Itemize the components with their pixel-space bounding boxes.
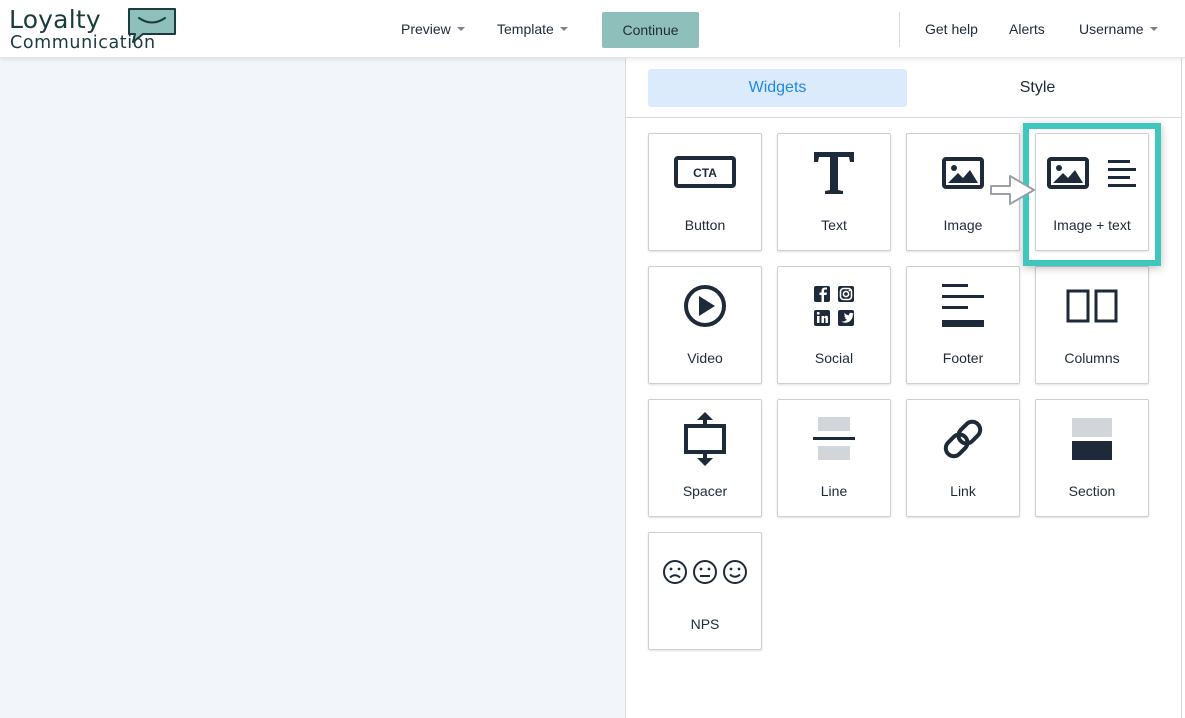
image-icon bbox=[942, 157, 984, 189]
chevron-down-icon bbox=[456, 27, 465, 31]
username-menu[interactable]: Username bbox=[1079, 0, 1158, 58]
widget-label: NPS bbox=[690, 616, 720, 632]
widget-line[interactable]: Line bbox=[777, 399, 891, 517]
widget-label: Line bbox=[820, 483, 848, 499]
widget-button[interactable]: CTA Button bbox=[648, 133, 762, 251]
instagram-icon bbox=[838, 286, 854, 302]
tab-style[interactable]: Style bbox=[908, 69, 1167, 107]
text-icon bbox=[814, 152, 854, 194]
username-label: Username bbox=[1079, 21, 1144, 37]
spacer-icon bbox=[684, 412, 726, 466]
preview-menu[interactable]: Preview bbox=[401, 0, 465, 58]
widget-label: Image bbox=[943, 217, 983, 233]
speech-bubble-icon bbox=[128, 8, 176, 43]
widget-spacer[interactable]: Spacer bbox=[648, 399, 762, 517]
widget-video[interactable]: Video bbox=[648, 266, 762, 384]
widget-image-text[interactable]: Image + text bbox=[1035, 133, 1149, 251]
widget-label: Spacer bbox=[682, 483, 728, 499]
widget-label: Video bbox=[687, 350, 723, 366]
top-header: Loyalty Communication Preview Template C… bbox=[0, 0, 1185, 58]
get-help-link[interactable]: Get help bbox=[925, 0, 978, 58]
facebook-icon bbox=[814, 286, 830, 302]
nav-divider bbox=[899, 12, 900, 47]
widget-label: Link bbox=[950, 483, 976, 499]
neutral-face-icon bbox=[693, 560, 717, 584]
widget-columns[interactable]: Columns bbox=[1035, 266, 1149, 384]
widget-text[interactable]: Text bbox=[777, 133, 891, 251]
cta-icon: CTA bbox=[674, 156, 736, 188]
email-canvas[interactable] bbox=[0, 58, 625, 718]
svg-text:CTA: CTA bbox=[693, 166, 717, 180]
widget-nps[interactable]: NPS bbox=[648, 532, 762, 650]
widget-social[interactable]: Social bbox=[777, 266, 891, 384]
link-icon bbox=[943, 419, 983, 459]
widgets-panel: Widgets Style CTA Button Text Image Imag… bbox=[625, 58, 1182, 718]
sad-face-icon bbox=[663, 560, 687, 584]
footer-icon bbox=[942, 284, 984, 327]
social-icons bbox=[814, 286, 854, 326]
image-text-icon bbox=[1047, 157, 1136, 189]
preview-menu-label: Preview bbox=[401, 21, 451, 37]
logo-text-line1: Loyalty bbox=[9, 5, 101, 34]
line-icon bbox=[813, 417, 855, 460]
widget-footer[interactable]: Footer bbox=[906, 266, 1020, 384]
template-menu[interactable]: Template bbox=[497, 0, 568, 58]
widget-section[interactable]: Section bbox=[1035, 399, 1149, 517]
twitter-icon bbox=[838, 310, 854, 326]
section-icon bbox=[1072, 418, 1112, 460]
widget-label: Button bbox=[684, 217, 726, 233]
widget-label: Social bbox=[814, 350, 854, 366]
divider bbox=[626, 117, 1181, 118]
tab-widgets[interactable]: Widgets bbox=[648, 69, 907, 107]
chevron-down-icon bbox=[559, 27, 568, 31]
widget-label: Columns bbox=[1064, 350, 1120, 366]
widget-label: Section bbox=[1068, 483, 1116, 499]
happy-face-icon bbox=[723, 560, 747, 584]
play-icon bbox=[684, 285, 726, 327]
columns-icon bbox=[1066, 289, 1118, 323]
widget-label: Footer bbox=[942, 350, 984, 366]
alerts-link[interactable]: Alerts bbox=[1009, 0, 1045, 58]
pointer-arrow-icon bbox=[990, 175, 1035, 205]
widget-link[interactable]: Link bbox=[906, 399, 1020, 517]
chevron-down-icon bbox=[1149, 27, 1158, 31]
logo[interactable]: Loyalty Communication bbox=[9, 5, 181, 55]
nps-faces-icon bbox=[663, 560, 747, 584]
widget-label: Image + text bbox=[1053, 217, 1131, 233]
widget-label: Text bbox=[821, 217, 847, 233]
continue-button[interactable]: Continue bbox=[602, 12, 699, 48]
linkedin-icon bbox=[814, 310, 830, 326]
template-menu-label: Template bbox=[497, 21, 554, 37]
